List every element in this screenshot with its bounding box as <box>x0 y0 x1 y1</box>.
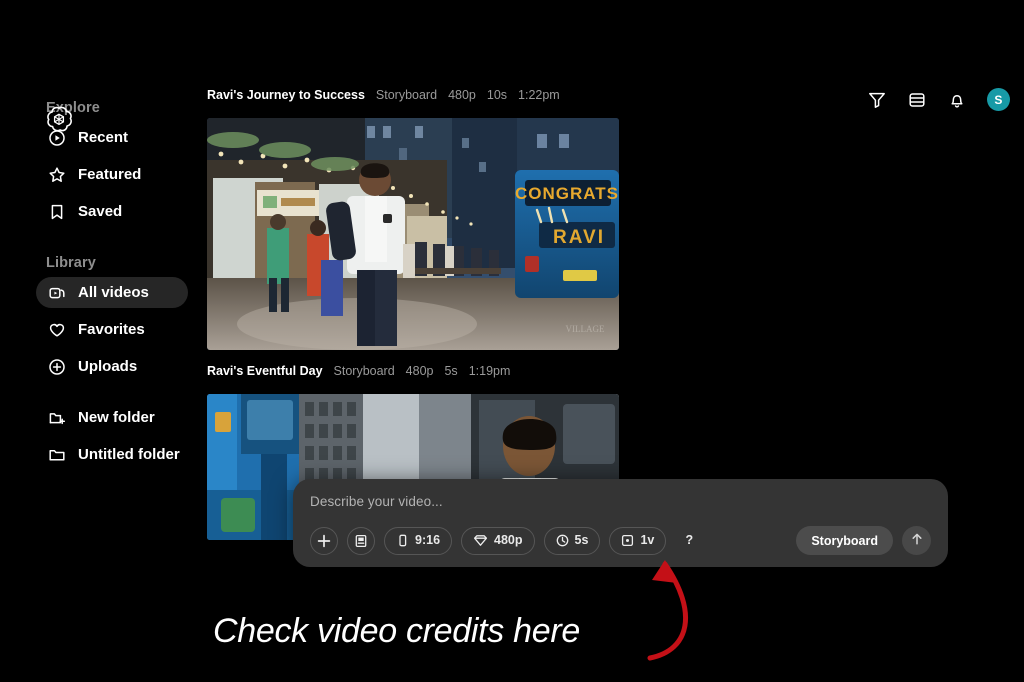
avatar-initial: S <box>994 92 1003 107</box>
composer-prompt-input[interactable]: Describe your video... <box>310 494 931 516</box>
composer-actions: Storyboard <box>796 526 931 555</box>
resolution-label: 480p <box>494 533 523 548</box>
clock-icon <box>556 534 569 547</box>
aspect-ratio-label: 9:16 <box>415 533 441 548</box>
sidebar-section-library: Library All videos Favorites Uploads <box>0 255 200 382</box>
bell-icon[interactable] <box>947 90 967 110</box>
heart-icon <box>48 321 66 339</box>
video-mode: Storyboard <box>333 364 395 378</box>
send-button[interactable] <box>902 526 931 555</box>
plus-icon <box>317 534 331 548</box>
sidebar-section-title-library: Library <box>46 255 96 271</box>
layers-icon[interactable] <box>907 90 927 110</box>
bookmark-icon <box>48 203 66 221</box>
aspect-ratio-button[interactable]: 9:16 <box>384 526 453 555</box>
video-duration: 10s <box>486 88 508 102</box>
sidebar-item-untitled-folder[interactable]: Untitled folder <box>36 439 188 470</box>
sidebar-item-label: Featured <box>78 166 142 183</box>
duration-button[interactable]: 5s <box>543 526 601 555</box>
sidebar-item-uploads[interactable]: Uploads <box>36 351 188 382</box>
video-duration: 5s <box>444 364 458 378</box>
annotation-arrow-icon <box>647 560 689 661</box>
video-resolution: 480p <box>448 88 476 102</box>
svg-text:VILLAGE: VILLAGE <box>566 324 605 334</box>
sidebar-section-folders: New folder Untitled folder <box>0 402 200 470</box>
video-title: Ravi's Journey to Success <box>207 88 365 102</box>
svg-text:RAVI: RAVI <box>553 227 605 248</box>
video-resolution: 480p <box>405 364 434 378</box>
sidebar-item-favorites[interactable]: Favorites <box>36 314 188 345</box>
sidebar-item-saved[interactable]: Saved <box>36 196 188 227</box>
video-time: 1:22pm <box>518 88 560 102</box>
svg-text:CONGRATS: CONGRATS <box>515 184 619 203</box>
openai-logo-icon[interactable] <box>44 104 74 134</box>
diamond-icon <box>473 534 488 547</box>
sidebar-item-all-videos[interactable]: All videos <box>36 277 188 308</box>
folder-icon <box>48 446 66 464</box>
video-meta-row[interactable]: Ravi's Journey to Success Storyboard 480… <box>207 88 619 112</box>
storyboard-card-button[interactable] <box>347 526 375 555</box>
video-time: 1:19pm <box>468 364 511 378</box>
storyboard-icon <box>354 534 368 548</box>
video-meta-row[interactable]: Ravi's Eventful Day Storyboard 480p 5s 1… <box>207 364 619 388</box>
video-card-icon <box>48 284 66 302</box>
sidebar-item-label: Saved <box>78 203 123 220</box>
video-thumbnail[interactable]: CONGRATS RAVI VILLAGE <box>207 118 619 350</box>
sidebar-item-label: Uploads <box>78 358 138 375</box>
video-feed: Ravi's Journey to Success Storyboard 480… <box>207 88 619 540</box>
sidebar-item-featured[interactable]: Featured <box>36 159 188 190</box>
storyboard-mode-button[interactable]: Storyboard <box>796 526 893 555</box>
video-title: Ravi's Eventful Day <box>207 364 323 378</box>
sidebar-item-label: Favorites <box>78 321 145 338</box>
sidebar-item-label: All videos <box>78 284 149 301</box>
avatar[interactable]: S <box>987 88 1010 111</box>
resolution-button[interactable]: 480p <box>461 526 535 555</box>
sidebar-section-explore: Explore Recent Featured Saved <box>0 100 200 227</box>
topbar-actions: S <box>867 88 1010 111</box>
video-mode: Storyboard <box>375 88 438 102</box>
filter-icon[interactable] <box>867 90 887 110</box>
plus-circle-icon <box>48 358 66 376</box>
annotation-text: Check video credits here <box>213 612 580 650</box>
arrow-up-icon <box>910 532 924 549</box>
sidebar-item-label: Untitled folder <box>78 446 180 463</box>
sidebar-item-label: Recent <box>78 129 129 146</box>
folder-plus-icon <box>48 409 66 427</box>
phone-icon <box>396 534 409 547</box>
sidebar: Explore Recent Featured Saved Library Al… <box>0 0 200 682</box>
add-attachment-button[interactable] <box>310 526 338 555</box>
star-icon <box>48 166 66 184</box>
sidebar-item-label: New folder <box>78 409 155 426</box>
sidebar-item-new-folder[interactable]: New folder <box>36 402 188 433</box>
duration-label: 5s <box>574 533 589 548</box>
